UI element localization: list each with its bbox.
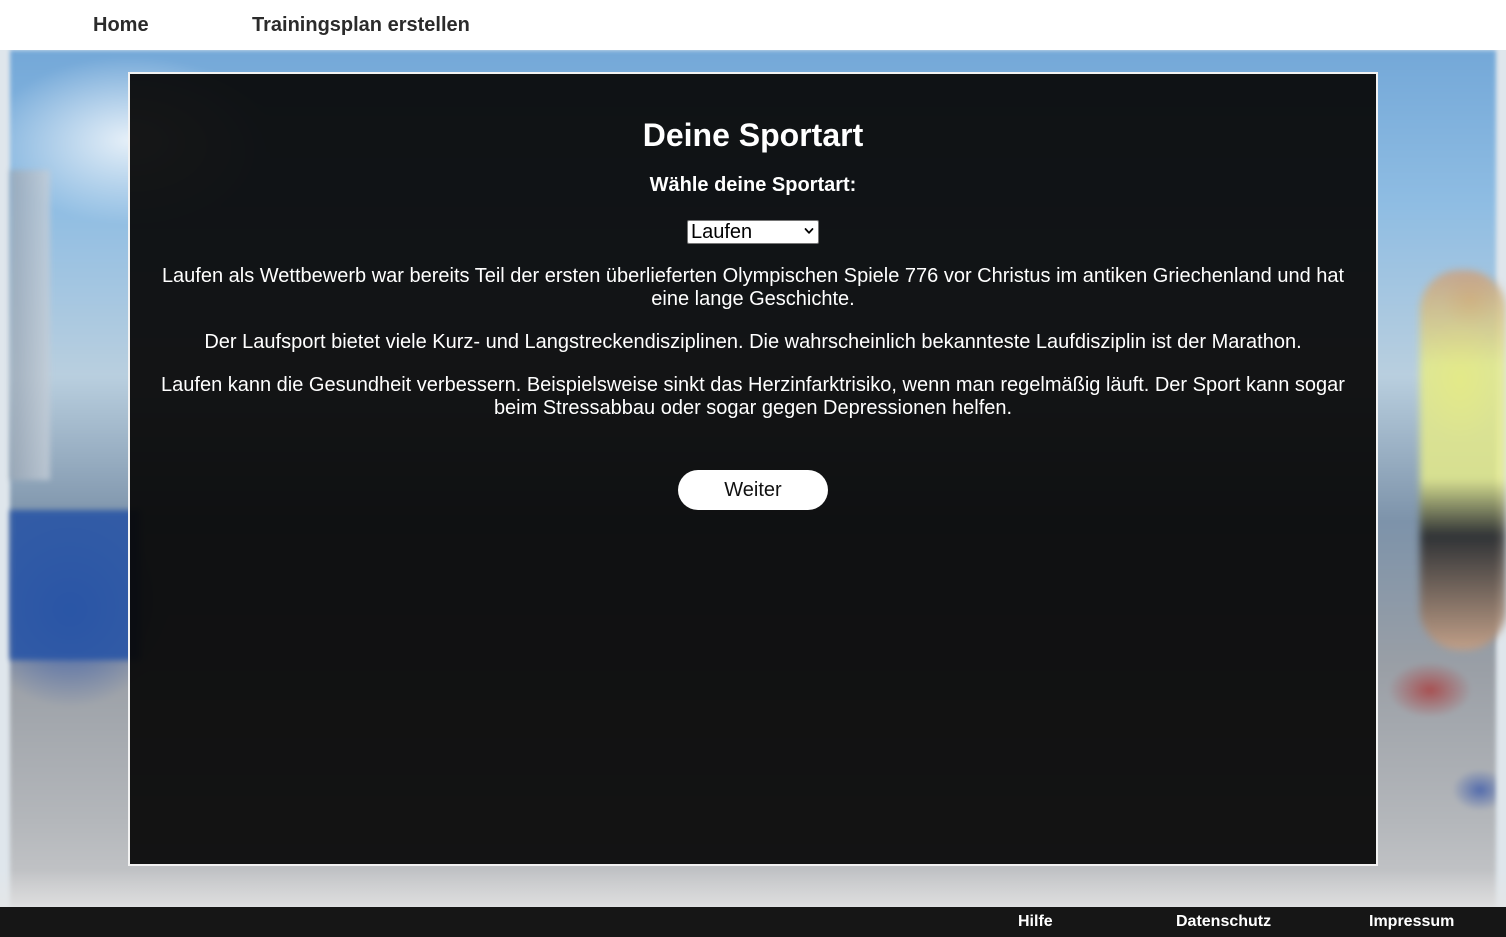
nav-home-link[interactable]: Home [93, 13, 149, 37]
disciplines-paragraph: Der Laufsport bietet viele Kurz- und Lan… [204, 331, 1302, 353]
footer-imprint-link[interactable]: Impressum [1369, 913, 1454, 931]
sport-select-value: Laufen [691, 221, 753, 243]
footer-help-link[interactable]: Hilfe [1018, 913, 1053, 931]
background-building [10, 170, 50, 480]
next-button[interactable]: Weiter [678, 470, 828, 510]
background-runner [1420, 270, 1506, 650]
sport-select-label: Wähle deine Sportart: [649, 174, 857, 196]
health-paragraph: Laufen kann die Gesundheit verbessern. B… [161, 374, 1345, 419]
background-fade [0, 870, 1506, 907]
top-navigation: Home Trainingsplan erstellen [0, 0, 1506, 50]
page-title: Deine Sportart [642, 117, 864, 153]
sport-select[interactable]: Laufen [687, 220, 819, 244]
background-banner [10, 510, 140, 660]
footer: Hilfe Datenschutz Impressum [0, 907, 1506, 937]
chevron-down-icon [804, 228, 814, 234]
history-paragraph: Laufen als Wettbewerb war bereits Teil d… [161, 265, 1345, 310]
footer-privacy-link[interactable]: Datenschutz [1176, 913, 1271, 931]
nav-create-plan-link[interactable]: Trainingsplan erstellen [252, 13, 470, 37]
sport-selection-panel: Deine Sportart Wähle deine Sportart: Lau… [128, 72, 1378, 866]
